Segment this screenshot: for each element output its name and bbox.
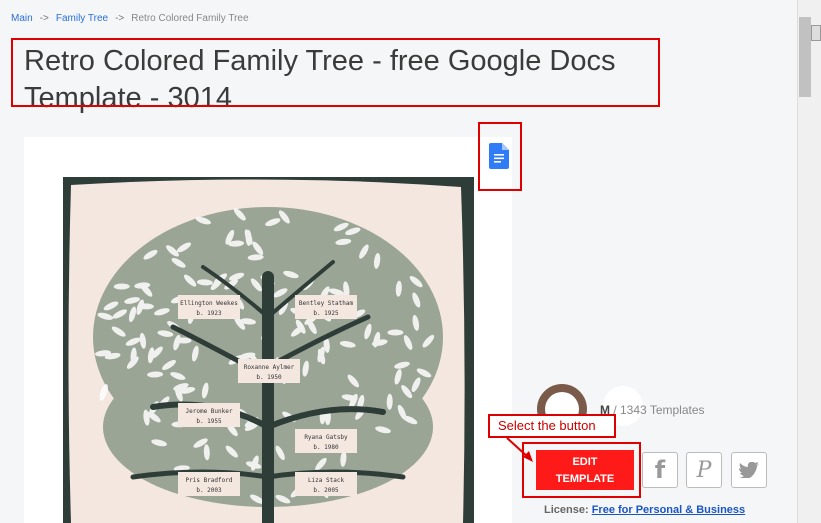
scrollbar-thumb[interactable] xyxy=(799,17,811,97)
leaf-shape xyxy=(387,329,404,336)
license-info: License: Free for Personal & Business xyxy=(544,504,745,516)
breadcrumb-current: Retro Colored Family Tree xyxy=(131,13,249,24)
tree-name-label: Liza Stack xyxy=(308,477,345,484)
breadcrumb: Main -> Family Tree -> Retro Colored Family … xyxy=(11,13,249,24)
close-icon[interactable] xyxy=(811,25,821,41)
license-label: License: xyxy=(544,504,589,516)
author-template-count: / 1343 Templates xyxy=(613,403,705,417)
pinterest-icon: P xyxy=(696,457,712,483)
family-tree-illustration: Ellington Weekes b. 1923 Bentley Statham… xyxy=(63,177,474,523)
tree-name-label: Bentley Statham xyxy=(299,300,354,307)
title-highlight-box xyxy=(11,38,660,107)
tree-birth-label: b. 2003 xyxy=(196,487,222,494)
tree-name-label: Ellington Weekes xyxy=(180,300,238,307)
breadcrumb-separator: -> xyxy=(115,13,125,24)
tree-name-label: Pris Bradford xyxy=(186,477,233,484)
pinterest-share-button[interactable]: P xyxy=(686,452,722,488)
breadcrumb-family-tree[interactable]: Family Tree xyxy=(56,13,108,24)
family-tree-image[interactable]: Ellington Weekes b. 1923 Bentley Statham… xyxy=(63,177,474,523)
license-link[interactable]: Free for Personal & Business xyxy=(592,504,745,516)
breadcrumb-main[interactable]: Main xyxy=(11,13,33,24)
tree-name-label: Ryana Gatsby xyxy=(304,434,348,441)
twitter-icon xyxy=(739,462,759,478)
edit-template-button[interactable]: EDIT TEMPLATE xyxy=(536,450,634,490)
tree-birth-label: b. 1955 xyxy=(196,418,222,425)
tree-birth-label: b. 1923 xyxy=(196,310,222,317)
facebook-icon: f xyxy=(654,456,666,484)
twitter-share-button[interactable] xyxy=(731,452,767,488)
breadcrumb-separator: -> xyxy=(39,13,49,24)
tree-birth-label: b. 1950 xyxy=(256,374,282,381)
annotation-callout: Select the button xyxy=(488,414,616,438)
tree-birth-label: b. 1980 xyxy=(313,444,339,451)
facebook-share-button[interactable]: f xyxy=(642,452,678,488)
tree-birth-label: b. 1925 xyxy=(313,310,339,317)
google-docs-icon[interactable] xyxy=(489,143,509,169)
tree-birth-label: b. 2005 xyxy=(313,487,339,494)
tree-name-label: Jerome Bunker xyxy=(186,408,233,415)
edit-button-line2: TEMPLATE xyxy=(555,473,615,485)
tree-name-label: Roxanne Aylmer xyxy=(244,364,295,371)
edit-button-line1: EDIT xyxy=(572,456,598,468)
